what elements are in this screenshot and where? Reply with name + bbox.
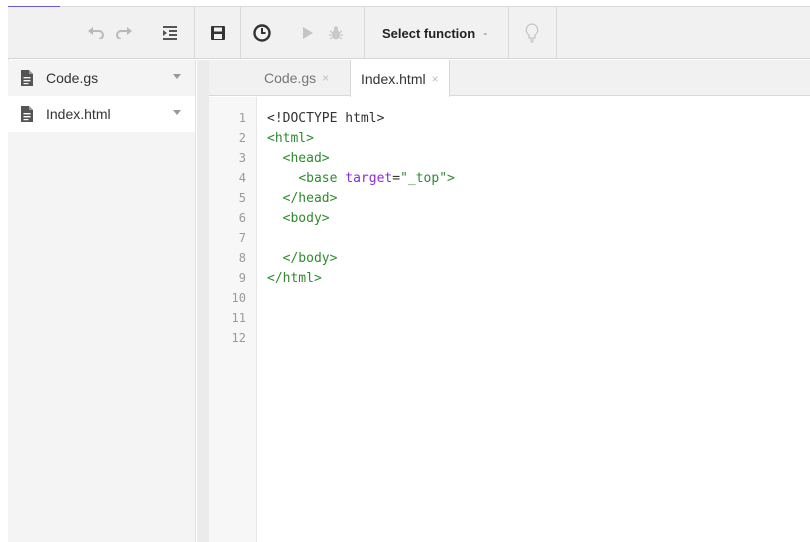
indent-group: [156, 7, 184, 59]
undo-redo-group: [82, 7, 138, 59]
code-token: <!DOCTYPE html>: [267, 111, 385, 126]
chevron-down-icon[interactable]: [173, 74, 181, 79]
code-token: <base: [298, 171, 346, 186]
save-group: [204, 7, 232, 59]
hint-button[interactable]: [518, 19, 546, 47]
code-line: <html>: [267, 131, 314, 151]
toolbar-separator: [194, 7, 195, 59]
chevron-down-icon: -: [483, 26, 488, 40]
tab-index-html[interactable]: Index.html ×: [350, 60, 450, 97]
line-number-gutter: 1 2 3 4 5 6 7 8 9 10 11 12: [209, 97, 257, 542]
code-line: <!DOCTYPE html>: [267, 111, 384, 131]
line-number: 8: [238, 251, 246, 265]
select-function-dropdown[interactable]: Select function -: [376, 7, 487, 59]
file-item-index-html[interactable]: Index.html: [8, 96, 195, 132]
toolbar-separator: [508, 7, 509, 59]
code-editor[interactable]: <!DOCTYPE html> <html> <head> <base targe…: [258, 97, 810, 542]
tab-label: Index.html: [361, 70, 426, 87]
line-number: 6: [238, 211, 246, 225]
triggers-button[interactable]: [248, 19, 276, 47]
code-token: </html>: [267, 271, 322, 286]
line-number: 10: [231, 291, 246, 305]
file-icon: [21, 70, 33, 86]
debug-button[interactable]: [322, 19, 350, 47]
play-icon: [303, 27, 313, 39]
code-line: <body>: [267, 211, 330, 231]
chevron-down-icon[interactable]: [173, 110, 181, 115]
bug-icon: [329, 26, 343, 40]
file-item-code-gs[interactable]: Code.gs: [8, 60, 195, 96]
indent-button[interactable]: [156, 19, 184, 47]
run-button[interactable]: [294, 19, 322, 47]
line-number: 9: [238, 271, 246, 285]
toolbar: Select function -: [8, 7, 810, 59]
toolbar-separator: [556, 7, 557, 59]
tab-code-gs[interactable]: Code.gs ×: [264, 60, 329, 96]
toolbar-separator: [240, 7, 241, 59]
code-token: <body>: [282, 211, 330, 226]
triggers-group: [248, 7, 276, 59]
file-list: Code.gs Index.html: [8, 60, 196, 542]
line-number: 2: [238, 131, 246, 145]
redo-button[interactable]: [110, 19, 138, 47]
redo-icon: [116, 27, 132, 39]
code-token: "_top": [400, 171, 448, 186]
line-number: 4: [238, 171, 246, 185]
code-line: </body>: [267, 251, 338, 271]
file-icon: [21, 106, 33, 122]
code-token: <head>: [282, 151, 330, 166]
file-name: Index.html: [46, 106, 111, 122]
undo-button[interactable]: [82, 19, 110, 47]
code-token: </body>: [282, 251, 338, 266]
line-number: 11: [231, 311, 246, 325]
editor-tabs: Code.gs × Index.html ×: [209, 60, 810, 97]
indent-icon: [163, 26, 177, 40]
code-line: </html>: [267, 271, 322, 291]
run-debug-group: [294, 7, 350, 59]
select-function-label: Select function: [382, 25, 476, 41]
tab-label: Code.gs: [264, 70, 317, 86]
code-token: >: [447, 171, 455, 186]
undo-icon: [88, 27, 104, 39]
code-line: <head>: [267, 151, 330, 171]
code-token: target: [345, 171, 393, 186]
code-line: </head>: [267, 191, 338, 211]
code-token: </head>: [282, 191, 338, 206]
hint-group: [518, 7, 546, 59]
line-number: 1: [238, 111, 246, 125]
close-icon[interactable]: ×: [432, 72, 439, 86]
code-line: <base target="_top">: [267, 171, 455, 191]
line-number: 7: [238, 231, 246, 245]
panel-divider[interactable]: [197, 60, 209, 542]
line-number: 3: [238, 151, 246, 165]
clock-icon: [253, 24, 271, 42]
line-number: 5: [238, 191, 246, 205]
lightbulb-icon: [525, 23, 539, 43]
line-number: 12: [231, 331, 246, 345]
save-button[interactable]: [204, 19, 232, 47]
save-icon: [211, 26, 225, 40]
toolbar-separator: [364, 7, 365, 59]
code-token: <html>: [267, 131, 314, 146]
close-icon[interactable]: ×: [322, 71, 329, 85]
file-name: Code.gs: [46, 70, 99, 86]
code-token: =: [392, 171, 401, 186]
